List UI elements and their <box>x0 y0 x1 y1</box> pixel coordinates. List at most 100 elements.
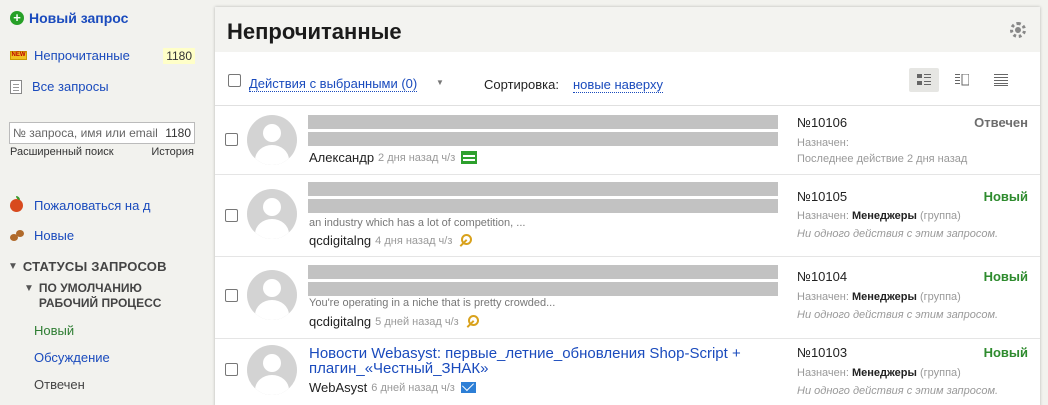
request-preview: an industry which has a lot of competiti… <box>309 217 526 229</box>
request-number: №10104 <box>797 269 848 284</box>
request-author: qcdigitalng 5 дней назад ч/з <box>309 314 479 329</box>
page-title: Непрочитанные <box>227 19 402 44</box>
bulk-actions-link[interactable]: Действия с выбранными (0) <box>249 76 418 92</box>
statuses-title: СТАТУСЫ ЗАПРОСОВ <box>22 259 167 274</box>
author-name: Александр <box>309 150 375 165</box>
sidebar-status-new[interactable]: Новый <box>34 323 74 338</box>
request-subject[interactable]: Новости Webasyst: первые_летние_обновлен… <box>309 346 779 376</box>
status-label: Отвечен <box>34 377 85 392</box>
assigned-label: Назначен: <box>797 367 849 379</box>
request-assigned: Назначен: Менеджеры (группа) <box>797 210 961 222</box>
request-meta: Ни одного действия с этим запросом. <box>797 385 999 397</box>
assigned-value: Менеджеры <box>851 210 917 222</box>
new-badge-icon: NEW <box>10 51 27 60</box>
sidebar-status-discussion[interactable]: Обсуждение <box>34 350 110 365</box>
request-status: Новый <box>983 189 1028 204</box>
avatar <box>247 189 297 239</box>
request-meta: Последнее действие 2 дня назад <box>797 153 968 165</box>
sidebar-item-unread[interactable]: NEW Непрочитанные <box>10 48 130 63</box>
request-assigned: Назначен: <box>797 137 849 149</box>
row-checkbox[interactable] <box>225 289 238 302</box>
plus-icon: + <box>10 11 24 25</box>
request-time: 4 дня назад ч/з <box>375 234 453 247</box>
key-icon <box>458 233 473 248</box>
mail-icon <box>460 382 476 393</box>
search-links: Расширенный поиск История <box>10 146 194 158</box>
select-all-checkbox[interactable] <box>228 74 241 87</box>
author-name: qcdigitalng <box>309 314 372 329</box>
sidebar-status-answered[interactable]: Отвечен <box>34 377 85 392</box>
request-row[interactable]: an industry which has a lot of competiti… <box>215 175 1040 257</box>
sidebar: + Новый запрос NEW Непрочитанные 1180 Вс… <box>0 0 205 405</box>
row-checkbox[interactable] <box>225 363 238 376</box>
new-request-label: Новый запрос <box>29 10 129 26</box>
avatar <box>247 115 297 165</box>
triangle-down-icon: ▼ <box>8 261 18 272</box>
assigned-suffix: (группа) <box>919 291 961 303</box>
request-assigned: Назначен: Менеджеры (группа) <box>797 291 961 303</box>
request-row[interactable]: Новости Webasyst: первые_летние_обновлен… <box>215 339 1040 405</box>
gear-icon[interactable] <box>1010 22 1026 38</box>
avatar <box>247 270 297 320</box>
redacted-block <box>308 265 778 279</box>
unread-count: 1180 <box>163 48 195 64</box>
author-name: WebAsyst <box>309 380 368 395</box>
document-icon <box>10 79 22 94</box>
search-box: 1180 <box>9 122 195 144</box>
request-preview: You're operating in a niche that is pret… <box>309 297 556 309</box>
request-meta: Ни одного действия с этим запросом. <box>797 309 999 321</box>
sidebar-item-news[interactable]: Новые <box>10 228 74 243</box>
request-time: 6 дней назад ч/з <box>371 381 455 394</box>
beans-icon <box>10 229 24 242</box>
assigned-value: Менеджеры <box>851 291 917 303</box>
redacted-block <box>308 115 778 129</box>
statuses-section-toggle[interactable]: ▼ СТАТУСЫ ЗАПРОСОВ <box>8 259 167 274</box>
sort-label: Сортировка: <box>484 77 559 92</box>
row-checkbox[interactable] <box>225 133 238 146</box>
request-status: Новый <box>983 269 1028 284</box>
row-checkbox[interactable] <box>225 209 238 222</box>
status-label: Новый <box>34 323 75 338</box>
shop-icon <box>461 151 478 164</box>
sidebar-item-label: Новые <box>34 228 75 243</box>
caret-down-icon[interactable]: ▼ <box>436 78 444 87</box>
triangle-down-icon: ▼ <box>24 283 34 294</box>
new-request-link[interactable]: + Новый запрос <box>10 10 128 26</box>
request-time: 5 дней назад ч/з <box>375 315 459 328</box>
request-author: WebAsyst 6 дней назад ч/з <box>309 380 476 395</box>
split-view-icon <box>955 74 969 86</box>
sidebar-item-complain[interactable]: Пожаловаться на д <box>10 196 151 213</box>
request-number: №10105 <box>797 189 848 204</box>
request-author: qcdigitalng 4 дня назад ч/з <box>309 233 473 248</box>
assigned-label: Назначен: <box>797 210 849 222</box>
request-number: №10103 <box>797 345 848 360</box>
view-split-button[interactable] <box>947 68 977 92</box>
assigned-value: Менеджеры <box>851 367 917 379</box>
request-number: №10106 <box>797 115 848 130</box>
assigned-label: Назначен: <box>797 291 849 303</box>
redacted-block <box>308 282 778 296</box>
sidebar-item-label: Непрочитанные <box>34 48 130 63</box>
advanced-search-link[interactable]: Расширенный поиск <box>10 146 114 158</box>
main-header: Непрочитанные <box>215 7 1040 52</box>
view-detailed-button[interactable] <box>909 68 939 92</box>
assigned-suffix: (группа) <box>919 367 961 379</box>
sidebar-item-all[interactable]: Все запросы <box>10 79 109 94</box>
main-panel: Непрочитанные Действия с выбранными (0) … <box>215 7 1040 405</box>
assigned-suffix: (группа) <box>919 210 961 222</box>
toolbar: Действия с выбранными (0) ▼ Сортировка: … <box>215 62 1040 106</box>
view-list-button[interactable] <box>986 68 1016 92</box>
request-row[interactable]: Александр 2 дня назад ч/з №10106 Отвечен… <box>215 107 1040 175</box>
workflow-section-toggle[interactable]: ▼ ПО УМОЛЧАНИЮ РАБОЧИЙ ПРОЦЕСС <box>24 281 161 311</box>
list-view-icon <box>994 74 1008 86</box>
author-name: qcdigitalng <box>309 233 372 248</box>
request-row[interactable]: You're operating in a niche that is pret… <box>215 257 1040 339</box>
request-author: Александр 2 дня назад ч/з <box>309 150 478 165</box>
sidebar-item-label: Все запросы <box>32 79 109 94</box>
search-input[interactable] <box>10 123 160 143</box>
request-meta: Ни одного действия с этим запросом. <box>797 228 999 240</box>
key-icon <box>465 314 479 329</box>
history-link[interactable]: История <box>151 146 194 158</box>
status-label: Обсуждение <box>34 350 110 365</box>
sort-select-link[interactable]: новые наверху <box>573 77 663 93</box>
